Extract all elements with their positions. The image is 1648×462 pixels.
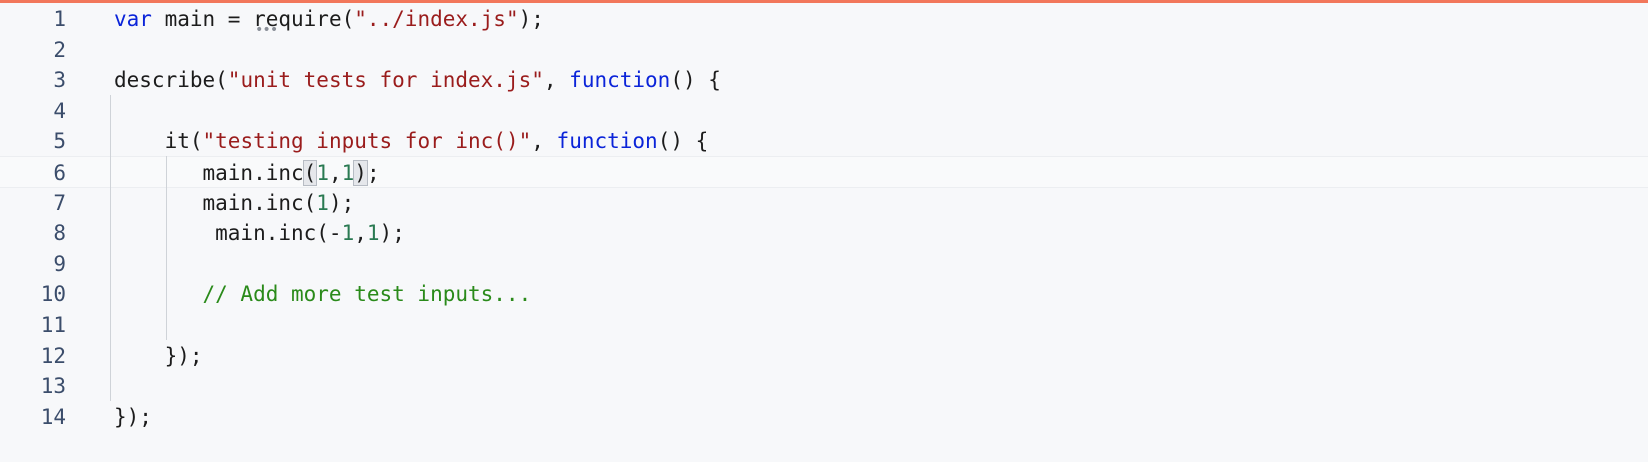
code-line[interactable]: 14}); xyxy=(0,401,1648,433)
code-token: 1 xyxy=(316,190,329,215)
line-number: 4 xyxy=(53,98,66,123)
indent-guide-it xyxy=(166,156,167,340)
code-text: main.inc(1); xyxy=(114,187,355,219)
code-token: it( xyxy=(114,129,203,154)
line-number: 14 xyxy=(40,404,66,429)
code-line[interactable]: 5 it("testing inputs for inc()", functio… xyxy=(0,125,1648,157)
code-token: , xyxy=(328,161,342,185)
code-token: describe( xyxy=(114,68,228,93)
code-token: "unit tests for index.js" xyxy=(227,68,544,93)
code-text: }); xyxy=(114,401,152,433)
code-token: ); xyxy=(328,190,355,215)
code-line[interactable]: 6 main.inc(1,1); xyxy=(0,156,1648,188)
code-text: // Add more test inputs... xyxy=(114,278,532,310)
line-number: 1 xyxy=(53,7,66,31)
code-token: , xyxy=(354,221,367,246)
code-line[interactable]: 12 }); xyxy=(0,340,1648,372)
code-token: ( xyxy=(302,160,318,186)
code-token: }); xyxy=(114,404,152,429)
code-token: main.inc( xyxy=(114,190,317,215)
code-token: , xyxy=(543,68,570,93)
code-line[interactable]: 9 xyxy=(0,248,1648,280)
code-line[interactable]: 11 xyxy=(0,309,1648,341)
code-token: function xyxy=(556,129,658,154)
line-number: 5 xyxy=(53,129,66,154)
code-token: }); xyxy=(114,343,203,368)
code-text: var main = require("../index.js"); xyxy=(114,3,544,35)
code-token: "../index.js" xyxy=(354,7,519,31)
code-token: 1 xyxy=(316,161,329,185)
line-number: 11 xyxy=(40,313,66,337)
code-line[interactable]: 2 xyxy=(0,34,1648,66)
line-number: 3 xyxy=(53,68,66,93)
code-token: main.inc xyxy=(114,161,304,185)
code-text: main.inc(1,1); xyxy=(114,157,380,189)
code-line[interactable]: 7 main.inc(1); xyxy=(0,187,1648,219)
code-token: ); xyxy=(379,221,405,246)
code-token: 1 xyxy=(366,221,380,246)
code-token: main.inc(- xyxy=(114,221,342,246)
hint-dots-icon: ••• xyxy=(255,22,278,38)
code-token: 1 xyxy=(341,221,355,246)
code-line[interactable]: 13 xyxy=(0,370,1648,402)
code-text: describe("unit tests for index.js", func… xyxy=(114,64,721,96)
code-token: () { xyxy=(657,129,709,154)
code-text: it("testing inputs for inc()", function(… xyxy=(114,125,709,157)
code-line[interactable]: 1 var main = require("../index.js"); xyxy=(0,3,1648,35)
line-number: 13 xyxy=(40,374,66,399)
line-number: 9 xyxy=(53,251,66,276)
code-token: function xyxy=(569,68,671,93)
code-line[interactable]: 8 main.inc(-1,1); xyxy=(0,217,1648,249)
code-line[interactable]: 10 // Add more test inputs... xyxy=(0,278,1648,310)
indent-guide-describe xyxy=(110,95,111,401)
code-line[interactable]: 3 describe("unit tests for index.js", fun… xyxy=(0,64,1648,96)
code-editor[interactable]: 1 var main = require("../index.js"); 2 3 des… xyxy=(0,0,1648,462)
code-token: ; xyxy=(366,161,380,185)
line-number: 12 xyxy=(40,343,66,368)
code-token: 1 xyxy=(341,161,355,185)
code-token: () { xyxy=(670,68,721,93)
code-token: var xyxy=(114,7,152,31)
line-number: 10 xyxy=(40,282,66,307)
line-number: 6 xyxy=(53,161,66,185)
code-line[interactable]: 4 xyxy=(0,95,1648,127)
code-token: main = require( xyxy=(151,7,355,31)
line-number: 2 xyxy=(53,37,66,62)
line-number: 7 xyxy=(53,190,66,215)
code-token: ) xyxy=(353,160,368,186)
code-token: ); xyxy=(518,7,544,31)
code-token: // Add more test inputs... xyxy=(114,282,532,307)
code-token: , xyxy=(531,129,557,154)
code-token: "testing inputs for inc()" xyxy=(202,129,532,154)
line-number: 8 xyxy=(53,221,66,246)
code-text: }); xyxy=(114,340,203,372)
code-text: main.inc(-1,1); xyxy=(114,217,405,249)
